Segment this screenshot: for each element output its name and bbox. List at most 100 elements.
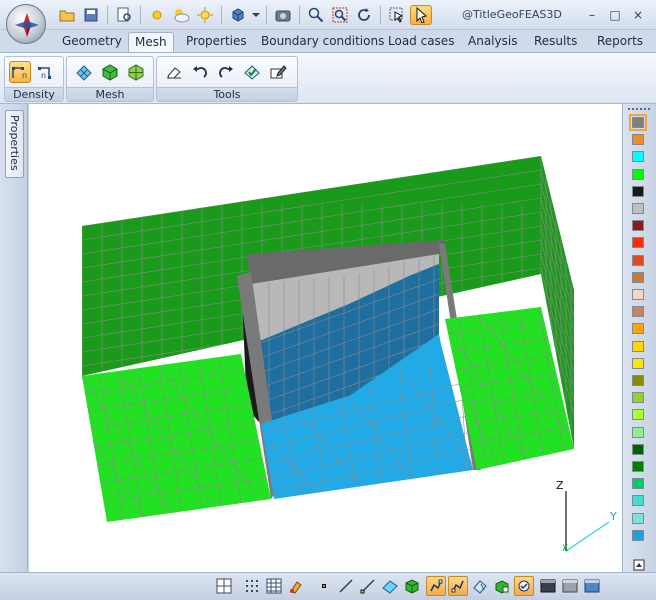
palette-swatch[interactable] <box>632 254 644 266</box>
print-preview-icon[interactable] <box>113 5 135 25</box>
tab-geometry[interactable]: Geometry <box>56 32 128 52</box>
svg-text:n: n <box>41 71 46 80</box>
palette-swatch[interactable] <box>632 357 644 369</box>
mesh-extrude-icon[interactable] <box>125 61 147 83</box>
mesh-view-4-icon[interactable] <box>492 576 512 596</box>
toolbar-separator <box>107 6 108 24</box>
tab-results[interactable]: Results <box>528 32 583 52</box>
shade-light-icon[interactable] <box>582 576 602 596</box>
palette-swatch[interactable] <box>632 289 644 300</box>
color-palette <box>622 104 656 572</box>
palette-swatch[interactable] <box>632 392 644 404</box>
line-icon[interactable] <box>336 576 356 596</box>
palette-swatch[interactable] <box>632 203 644 214</box>
properties-tab-label: Properties <box>8 115 21 171</box>
palette-swatch[interactable] <box>632 443 644 455</box>
eraser-icon[interactable] <box>163 61 185 83</box>
solid-icon[interactable] <box>402 576 422 596</box>
palette-swatch[interactable] <box>632 495 644 507</box>
mesh-view-3-icon[interactable] <box>470 576 490 596</box>
cloud-sun-icon[interactable] <box>170 5 192 25</box>
single-view-icon[interactable] <box>214 576 234 596</box>
tab-load-cases[interactable]: Load cases <box>382 32 460 52</box>
chevron-down-icon[interactable] <box>251 5 261 25</box>
ribbon-group-label: Mesh <box>67 87 153 101</box>
toolbar-separator <box>221 6 222 24</box>
ribbon-group-tools: Tools <box>156 56 298 102</box>
tab-boundary-conditions[interactable]: Boundary conditions <box>255 32 390 52</box>
check-mesh-icon[interactable] <box>241 61 263 83</box>
palette-swatch[interactable] <box>632 237 644 249</box>
palette-options-icon[interactable] <box>633 559 645 571</box>
palette-swatch[interactable] <box>632 340 644 352</box>
tab-analysis[interactable]: Analysis <box>462 32 523 52</box>
save-icon[interactable] <box>80 5 102 25</box>
sun-light-icon[interactable] <box>146 5 168 25</box>
palette-swatch[interactable] <box>629 114 647 131</box>
properties-panel-tab[interactable]: Properties <box>5 110 24 178</box>
zoom-window-icon[interactable] <box>329 5 351 25</box>
mesh-surface-icon[interactable] <box>73 61 95 83</box>
tab-reports[interactable]: Reports <box>591 32 649 52</box>
restore-button[interactable]: □ <box>607 7 623 23</box>
paint-icon[interactable] <box>286 576 306 596</box>
camera-icon[interactable] <box>272 5 294 25</box>
mesh-model[interactable]: Z Y X <box>29 104 622 572</box>
compass-logo-icon <box>15 13 39 37</box>
palette-swatch[interactable] <box>632 271 644 283</box>
palette-swatch[interactable] <box>632 512 644 524</box>
sun-rays-icon[interactable] <box>194 5 216 25</box>
minimize-button[interactable]: – <box>584 7 600 23</box>
line-node-icon[interactable] <box>358 576 378 596</box>
palette-swatch[interactable] <box>632 185 644 197</box>
palette-swatch[interactable] <box>632 306 644 318</box>
palette-swatch[interactable] <box>632 529 644 541</box>
cube-view-icon[interactable] <box>227 5 249 25</box>
mesh-settings-icon[interactable] <box>267 61 289 83</box>
quick-access-toolbar <box>56 5 432 25</box>
shade-dark-icon[interactable] <box>538 576 558 596</box>
palette-swatch[interactable] <box>632 220 644 232</box>
palette-swatch[interactable] <box>632 426 644 438</box>
toolbar-separator <box>299 6 300 24</box>
mesh-view-2-icon[interactable] <box>448 576 468 596</box>
folder-open-icon[interactable] <box>56 5 78 25</box>
palette-swatch[interactable] <box>632 478 644 490</box>
mesh-view-5-icon[interactable] <box>514 576 534 596</box>
palette-swatch[interactable] <box>632 375 644 386</box>
tab-mesh[interactable]: Mesh <box>128 32 174 52</box>
mesh-solid-icon[interactable] <box>99 61 121 83</box>
table-icon[interactable] <box>264 576 284 596</box>
density-edge-icon[interactable]: n <box>9 61 31 83</box>
density-node-icon[interactable]: n <box>35 61 57 83</box>
undo-icon[interactable] <box>189 61 211 83</box>
palette-swatch[interactable] <box>632 151 644 163</box>
zoom-icon[interactable] <box>305 5 327 25</box>
grid-dots-icon[interactable] <box>242 576 262 596</box>
select-box-icon[interactable] <box>386 5 408 25</box>
y-axis-line <box>565 521 610 552</box>
ribbon-group-label: Density <box>5 87 63 101</box>
3d-viewport[interactable]: Z Y X <box>29 104 622 572</box>
surface-icon[interactable] <box>380 576 400 596</box>
shade-mid-icon[interactable] <box>560 576 580 596</box>
close-button[interactable]: × <box>630 7 646 23</box>
redo-icon[interactable] <box>215 61 237 83</box>
palette-swatch[interactable] <box>632 134 644 146</box>
palette-swatch[interactable] <box>632 168 644 180</box>
node-icon[interactable] <box>314 576 334 596</box>
y-axis-label: Y <box>609 510 617 523</box>
mesh-view-1-icon[interactable] <box>426 576 446 596</box>
palette-swatch[interactable] <box>632 461 644 472</box>
tab-properties[interactable]: Properties <box>180 32 253 52</box>
toolbar-separator <box>140 6 141 24</box>
palette-swatch[interactable] <box>632 323 644 335</box>
rotate-icon[interactable] <box>353 5 375 25</box>
title-bar: @TitleGeoFEAS3D – □ × <box>0 0 656 30</box>
side-panel: Properties <box>0 104 28 572</box>
pointer-icon[interactable] <box>410 5 432 25</box>
toolbar-separator <box>266 6 267 24</box>
palette-swatch[interactable] <box>632 409 644 421</box>
ribbon-group-label: Tools <box>157 87 297 101</box>
application-menu-button[interactable] <box>6 4 46 44</box>
